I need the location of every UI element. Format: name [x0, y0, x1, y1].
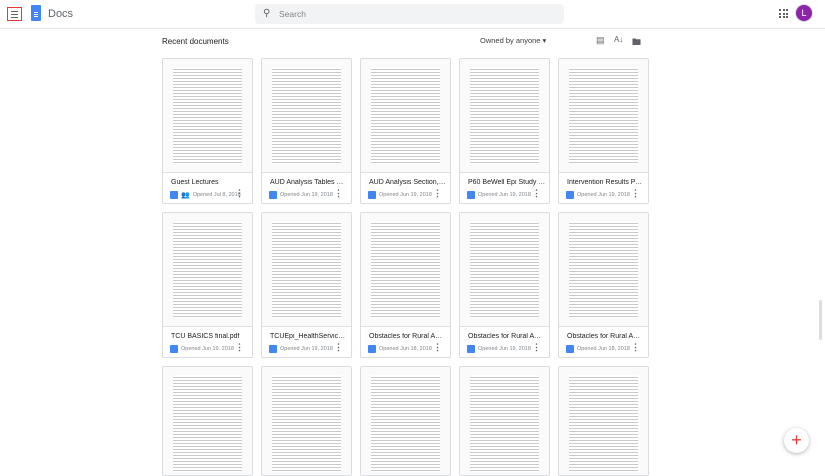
document-card[interactable]: Obstacles for Rural Amer... Opened Jun 1…	[360, 212, 451, 358]
document-thumbnail[interactable]	[361, 367, 450, 475]
document-title: Guest Lectures	[171, 179, 219, 186]
more-options-icon[interactable]: ⋮	[631, 342, 640, 353]
document-thumbnail[interactable]	[559, 59, 648, 173]
search-input[interactable]: Search	[279, 9, 306, 19]
document-title: TCUEpi_HealthServiceUti...	[270, 333, 348, 340]
doc-type-icon	[566, 344, 574, 353]
doc-type-icon	[170, 190, 178, 199]
document-thumbnail[interactable]	[460, 367, 549, 475]
document-title: AUD Analysis Section, SR...	[369, 179, 447, 186]
more-options-icon[interactable]: ⋮	[334, 342, 343, 353]
owner-filter-dropdown[interactable]: Owned by anyone ▾	[480, 36, 546, 45]
more-options-icon[interactable]: ⋮	[631, 188, 640, 199]
document-thumbnail[interactable]	[460, 213, 549, 327]
opened-date: Opened Jun 19, 2018	[280, 345, 333, 352]
document-title: Obstacles for Rural Amer...	[567, 333, 645, 340]
search-icon: ⚲	[263, 8, 271, 19]
doc-type-icon	[368, 190, 376, 199]
scrollbar[interactable]	[819, 300, 822, 340]
document-card[interactable]: P60 BeWell Epi Study TC... Opened Jun 19…	[459, 58, 550, 204]
apps-grid-icon[interactable]	[779, 9, 788, 18]
document-card[interactable]	[459, 366, 550, 476]
document-title: TCU BASICS final.pdf	[171, 333, 240, 340]
doc-type-icon	[467, 190, 475, 199]
document-title: AUD Analysis Tables Draf...	[270, 179, 348, 186]
document-card[interactable]: Intervention Results PAR... Opened Jun 1…	[558, 58, 649, 204]
opened-date: Opened Jun 19, 2018	[577, 191, 630, 198]
doc-type-icon	[170, 344, 178, 353]
document-title: Obstacles for Rural Amer...	[369, 333, 447, 340]
document-card[interactable]	[162, 366, 253, 476]
document-thumbnail[interactable]	[361, 59, 450, 173]
document-card[interactable]: AUD Analysis Section, SR... Opened Jun 1…	[360, 58, 451, 204]
document-card[interactable]: TCU BASICS final.pdf Opened Jun 19, 2018…	[162, 212, 253, 358]
avatar[interactable]: L	[796, 5, 812, 21]
more-options-icon[interactable]: ⋮	[532, 342, 541, 353]
opened-date: Opened Jun 19, 2018	[181, 345, 234, 352]
sort-icon[interactable]: A↓	[614, 35, 623, 44]
document-thumbnail[interactable]	[460, 59, 549, 173]
doc-type-icon	[566, 190, 574, 199]
doc-type-icon	[368, 344, 376, 353]
more-options-icon[interactable]: ⋮	[235, 188, 244, 199]
app-name[interactable]: Docs	[48, 8, 73, 20]
opened-date: Opened Jun 18, 2018	[577, 345, 630, 352]
doc-type-icon	[269, 344, 277, 353]
docs-logo-icon[interactable]	[31, 5, 41, 21]
more-options-icon[interactable]: ⋮	[433, 342, 442, 353]
search-bar[interactable]: ⚲ Search	[255, 4, 564, 24]
document-thumbnail[interactable]	[163, 367, 252, 475]
document-card[interactable]: Obstacles for Rural Amer... Opened Jun 1…	[558, 212, 649, 358]
list-view-icon[interactable]: ▤	[596, 35, 605, 46]
document-thumbnail[interactable]	[559, 213, 648, 327]
more-options-icon[interactable]: ⋮	[334, 188, 343, 199]
document-card[interactable]	[360, 366, 451, 476]
document-card[interactable]	[261, 366, 352, 476]
document-thumbnail[interactable]	[559, 367, 648, 475]
document-title: Obstacles for Rural Amer...	[468, 333, 546, 340]
document-thumbnail[interactable]	[262, 213, 351, 327]
opened-date: Opened Jul 8, 2018	[192, 191, 241, 198]
document-card[interactable]: TCUEpi_HealthServiceUti... Opened Jun 19…	[261, 212, 352, 358]
opened-date: Opened Jun 19, 2018	[478, 345, 531, 352]
document-card[interactable]: AUD Analysis Tables Draf... Opened Jun 1…	[261, 58, 352, 204]
document-title: Intervention Results PAR...	[567, 179, 645, 186]
opened-date: Opened Jun 18, 2018	[379, 345, 432, 352]
main-menu-button[interactable]	[7, 7, 22, 21]
doc-type-icon	[467, 344, 475, 353]
section-title: Recent documents	[162, 37, 229, 46]
document-thumbnail[interactable]	[163, 59, 252, 173]
document-title: P60 BeWell Epi Study TC...	[468, 179, 546, 186]
document-card[interactable]	[558, 366, 649, 476]
document-thumbnail[interactable]	[262, 59, 351, 173]
more-options-icon[interactable]: ⋮	[532, 188, 541, 199]
shared-icon: 👥	[181, 191, 190, 199]
document-card[interactable]: Obstacles for Rural Amer... Opened Jun 1…	[459, 212, 550, 358]
more-options-icon[interactable]: ⋮	[235, 342, 244, 353]
document-card[interactable]: Guest Lectures 👥 Opened Jul 8, 2018 ⋮	[162, 58, 253, 204]
document-thumbnail[interactable]	[163, 213, 252, 327]
document-thumbnail[interactable]	[262, 367, 351, 475]
top-bar: Docs ⚲ Search L	[0, 0, 825, 29]
folder-icon[interactable]: 🖿	[632, 35, 641, 51]
document-thumbnail[interactable]	[361, 213, 450, 327]
opened-date: Opened Jun 19, 2018	[478, 191, 531, 198]
new-document-button[interactable]: +	[784, 428, 809, 453]
more-options-icon[interactable]: ⋮	[433, 188, 442, 199]
opened-date: Opened Jun 19, 2018	[379, 191, 432, 198]
opened-date: Opened Jun 19, 2018	[280, 191, 333, 198]
doc-type-icon	[269, 190, 277, 199]
